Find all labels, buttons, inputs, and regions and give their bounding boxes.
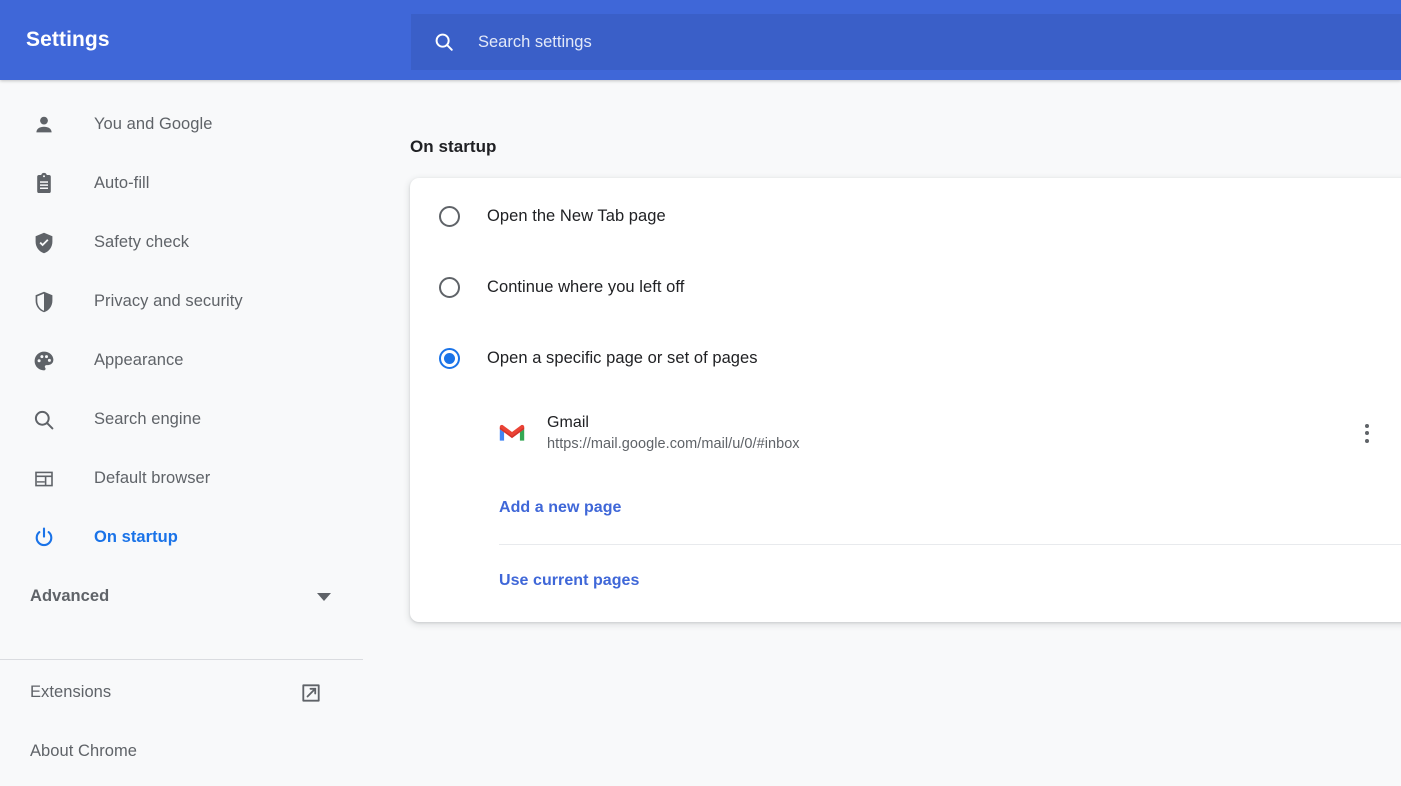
sidebar-item-label: Default browser	[94, 469, 210, 488]
radio-option-label: Continue where you left off	[487, 278, 684, 297]
radio-button[interactable]	[439, 348, 460, 369]
page-text: Gmail https://mail.google.com/mail/u/0/#…	[547, 414, 800, 452]
sidebar-item-label: Privacy and security	[94, 292, 243, 311]
person-icon	[32, 113, 56, 137]
use-current-pages-label: Use current pages	[499, 572, 639, 590]
radio-option-label: Open a specific page or set of pages	[487, 349, 758, 368]
shield-icon	[32, 290, 56, 314]
page-name: Gmail	[547, 414, 800, 432]
radio-button[interactable]	[439, 277, 460, 298]
startup-page-row: Gmail https://mail.google.com/mail/u/0/#…	[410, 394, 1401, 472]
sidebar-item-label: You and Google	[94, 115, 212, 134]
search-icon	[32, 408, 56, 432]
settings-page: Settings You and Google	[0, 0, 1401, 786]
advanced-label: Advanced	[30, 587, 109, 606]
sidebar-divider	[0, 659, 363, 660]
radio-option-continue-where-left-off[interactable]: Continue where you left off	[410, 252, 1401, 323]
clipboard-icon	[32, 172, 56, 196]
on-startup-card: Open the New Tab page Continue where you…	[410, 178, 1401, 622]
sidebar-item-on-startup[interactable]: On startup	[0, 515, 364, 560]
sidebar-item-appearance[interactable]: Appearance	[0, 338, 364, 383]
search-box[interactable]	[411, 14, 1401, 70]
search-input[interactable]	[478, 33, 1178, 52]
sidebar-item-label: Appearance	[94, 351, 184, 370]
radio-button[interactable]	[439, 206, 460, 227]
sidebar-item-search-engine[interactable]: Search engine	[0, 397, 364, 442]
sidebar-item-default-browser[interactable]: Default browser	[0, 456, 364, 501]
radio-option-specific-pages[interactable]: Open a specific page or set of pages	[410, 323, 1401, 394]
sidebar-item-safety-check[interactable]: Safety check	[0, 220, 364, 265]
shield-check-icon	[32, 231, 56, 255]
more-vertical-icon[interactable]	[1352, 418, 1382, 448]
sidebar-item-label: On startup	[94, 528, 178, 547]
power-icon	[32, 526, 56, 550]
sidebar-item-auto-fill[interactable]: Auto-fill	[0, 161, 364, 206]
external-link-icon	[300, 682, 322, 704]
sidebar-item-label: Search engine	[94, 410, 201, 429]
about-chrome-label: About Chrome	[30, 742, 137, 761]
use-current-pages-button[interactable]: Use current pages	[410, 545, 1401, 617]
sidebar-item-label: Safety check	[94, 233, 189, 252]
page-title: Settings	[26, 28, 386, 52]
add-new-page-button[interactable]: Add a new page	[410, 472, 1401, 544]
section-title: On startup	[410, 137, 496, 157]
radio-option-label: Open the New Tab page	[487, 207, 666, 226]
sidebar-item-you-and-google[interactable]: You and Google	[0, 102, 364, 147]
chevron-down-icon	[317, 593, 331, 601]
palette-icon	[32, 349, 56, 373]
sidebar-item-label: Auto-fill	[94, 174, 149, 193]
search-icon	[433, 31, 455, 53]
radio-option-new-tab-page[interactable]: Open the New Tab page	[410, 181, 1401, 252]
sidebar-item-privacy-and-security[interactable]: Privacy and security	[0, 279, 364, 324]
gmail-icon	[499, 420, 525, 446]
sidebar-advanced-toggle[interactable]: Advanced	[0, 574, 364, 619]
main-content: On startup Open the New Tab page Continu…	[364, 80, 1401, 786]
page-url: https://mail.google.com/mail/u/0/#inbox	[547, 436, 800, 452]
sidebar-item-extensions[interactable]: Extensions	[0, 670, 364, 715]
add-new-page-label: Add a new page	[499, 499, 622, 517]
sidebar-item-about-chrome[interactable]: About Chrome	[0, 729, 364, 774]
app-header: Settings	[0, 0, 1401, 80]
browser-window-icon	[32, 467, 56, 491]
extensions-label: Extensions	[30, 683, 111, 702]
sidebar: You and Google Auto-fill Safety chec	[0, 80, 364, 786]
